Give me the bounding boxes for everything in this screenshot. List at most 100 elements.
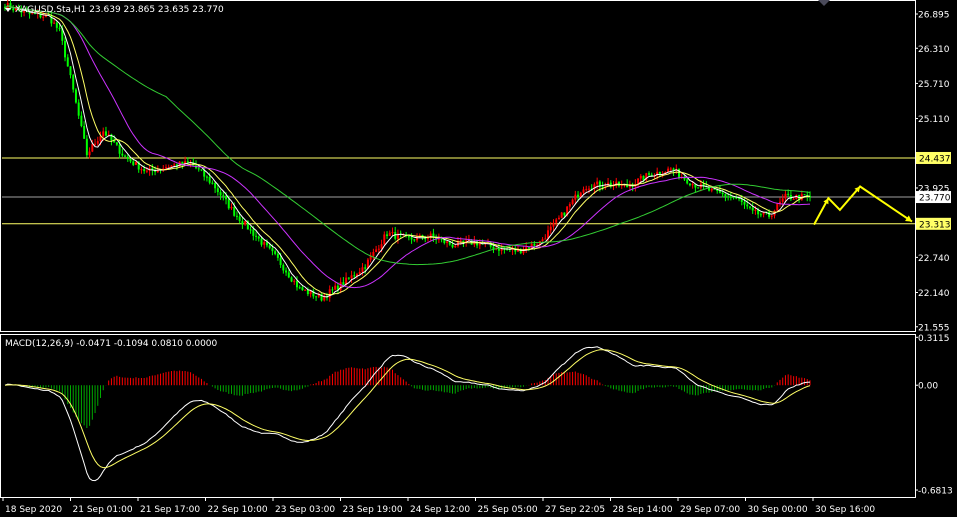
macd-line — [4, 346, 811, 482]
candle-body — [134, 161, 137, 165]
candle-body — [724, 194, 727, 197]
candle-body — [648, 173, 650, 175]
candle-body — [9, 3, 12, 9]
macd-layer — [4, 346, 811, 482]
candle-body — [222, 195, 225, 197]
candle-body — [94, 143, 97, 145]
candle-body — [208, 176, 211, 183]
candle-body — [88, 151, 91, 156]
candle-body — [413, 239, 416, 241]
candle-body — [784, 193, 787, 199]
price-tick-label: 26.310 — [918, 45, 950, 55]
candle-body — [617, 181, 620, 186]
candle-body — [383, 234, 386, 245]
scroll-marker-icon[interactable] — [818, 0, 830, 6]
candle-body — [132, 161, 135, 165]
candle-body — [596, 181, 599, 185]
candle-body — [552, 222, 555, 227]
symbol-header: XAGUSD.Sta,H1 23.639 23.865 23.635 23.77… — [15, 5, 224, 15]
candle-body — [686, 179, 689, 184]
current-price-label: 23.770 — [919, 194, 951, 204]
candle-body — [255, 235, 258, 237]
candle-body — [478, 243, 481, 246]
candle-body — [568, 204, 571, 207]
candle-body — [759, 214, 762, 216]
forecast-arrow-path — [813, 185, 913, 226]
candle-body — [121, 153, 124, 156]
price-tick-label: 23.925 — [918, 184, 950, 194]
candle-body — [416, 236, 419, 241]
candle-body — [533, 243, 536, 246]
candle-body — [339, 282, 342, 291]
candle-body — [214, 182, 217, 189]
chart-canvas[interactable]: 24.437 23.313 23.770 26.895 26.310 25.710 25.1… — [0, 0, 957, 517]
candle-body — [388, 232, 391, 236]
candle-body — [364, 267, 367, 269]
candle-body — [295, 280, 298, 288]
candle-body — [91, 144, 94, 152]
candle-body — [735, 197, 738, 199]
macd-tick-label: 0.3115 — [918, 334, 950, 344]
candle-body — [165, 167, 167, 169]
moving-average-line — [4, 5, 811, 266]
candle-body — [557, 217, 560, 220]
candle-body — [290, 277, 293, 282]
candle-body — [205, 176, 208, 178]
candle-body — [372, 251, 375, 257]
candle-body — [380, 244, 383, 249]
candle-body — [216, 188, 219, 193]
candle-body — [271, 248, 274, 252]
time-tick-label: 23 Sep 03:00 — [275, 505, 335, 515]
candle-body — [549, 226, 552, 231]
candle-body — [287, 272, 290, 278]
time-tick-label: 24 Sep 12:00 — [410, 505, 470, 515]
price-tick-label: 21.555 — [918, 323, 950, 333]
candle-body — [803, 194, 806, 196]
candle-body — [587, 188, 590, 190]
candle-body — [233, 206, 236, 216]
moving-average-line — [4, 5, 811, 298]
candle-body — [129, 158, 132, 162]
candle-body — [69, 66, 72, 76]
time-tick-label: 21 Sep 01:00 — [73, 505, 133, 515]
candle-body — [688, 183, 691, 186]
candle-body — [276, 253, 279, 258]
moving-averages-layer — [4, 5, 811, 298]
candle-body — [391, 232, 394, 234]
candle-body — [115, 142, 118, 145]
candle-body — [126, 156, 129, 159]
candle-body — [446, 241, 449, 243]
macd-signal-line — [4, 349, 811, 469]
time-tick-label: 30 Sep 00:00 — [748, 505, 808, 515]
candle-body — [710, 188, 713, 191]
candle-body — [754, 209, 757, 211]
candle-body — [102, 131, 105, 137]
candle-body — [642, 175, 645, 181]
candle-body — [53, 22, 56, 24]
candle-body — [729, 196, 732, 198]
candle-body — [601, 186, 604, 188]
candle-body — [197, 168, 200, 170]
price-axis: 24.437 23.313 23.770 26.895 26.310 25.710 25.1… — [915, 11, 953, 497]
candle-body — [315, 296, 318, 298]
candle-body — [274, 251, 277, 254]
candle-body — [298, 287, 301, 289]
candle-body — [721, 192, 724, 195]
time-tick-label: 18 Sep 2020 — [5, 505, 62, 515]
candle-body — [66, 57, 69, 67]
moving-average-line — [4, 5, 811, 289]
candle-body — [541, 239, 544, 242]
macd-panel-frame — [0, 334, 916, 498]
candle-body — [285, 270, 288, 273]
time-tick-label: 22 Sep 10:00 — [208, 505, 268, 515]
forecast-arrow-layer — [813, 185, 913, 226]
candle-body — [173, 164, 176, 166]
candle-body — [118, 144, 121, 154]
candle-body — [440, 238, 443, 240]
candle-body — [746, 204, 749, 207]
candle-body — [331, 289, 334, 291]
candle-body — [140, 169, 143, 171]
candle-body — [306, 289, 309, 295]
candle-body — [571, 199, 574, 205]
candle-body — [74, 89, 77, 103]
